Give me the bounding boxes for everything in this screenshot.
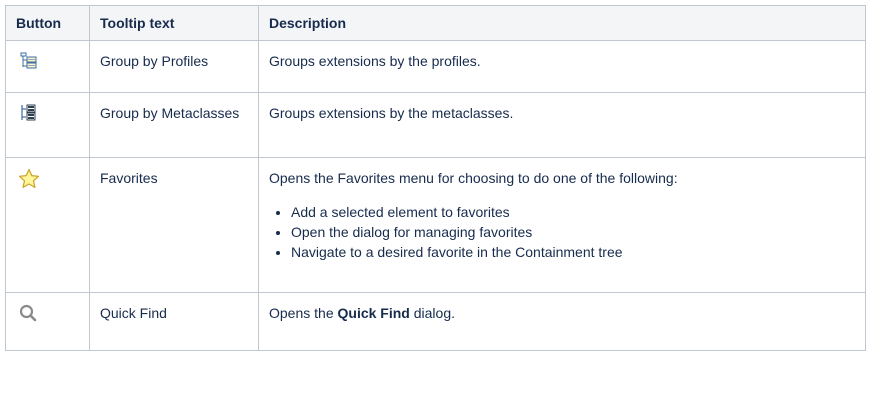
table-row: Favorites Opens the Favorites menu for c… (5, 157, 866, 293)
group-by-profiles-icon (18, 51, 79, 71)
description-text: dialog. (409, 305, 455, 321)
list-item: Open the dialog for managing favorites (291, 222, 855, 242)
button-cell (5, 40, 90, 93)
header-button: Button (5, 5, 90, 41)
list-item: Navigate to a desired favorite in the Co… (291, 242, 855, 262)
tooltip-cell: Group by Profiles (89, 40, 259, 93)
table-row: Group by Profiles Groups extensions by t… (5, 40, 866, 93)
table-header-row: Button Tooltip text Description (5, 5, 866, 41)
button-cell (5, 292, 90, 351)
button-cell (5, 157, 90, 293)
tooltip-cell: Group by Metaclasses (89, 92, 259, 158)
header-tooltip-text: Tooltip text (89, 5, 259, 41)
toolbar-buttons-table: Button Tooltip text Description Group by… (5, 5, 866, 351)
bullet-list: Add a selected element to favorites Open… (269, 202, 855, 262)
button-cell (5, 92, 90, 158)
star-icon (18, 168, 79, 190)
group-by-metaclasses-icon (18, 103, 79, 123)
table-row: Group by Metaclasses Groups extensions b… (5, 92, 866, 158)
description-text: Opens the (269, 305, 338, 321)
search-icon (18, 303, 79, 323)
list-item: Add a selected element to favorites (291, 202, 855, 222)
description-cell: Groups extensions by the metaclasses. (258, 92, 866, 158)
header-description: Description (258, 5, 866, 41)
description-cell: Groups extensions by the profiles. (258, 40, 866, 93)
table-row: Quick Find Opens the Quick Find dialog. (5, 292, 866, 351)
description-cell: Opens the Favorites menu for choosing to… (258, 157, 866, 293)
description-text: Opens the Favorites menu for choosing to… (269, 170, 678, 186)
tooltip-cell: Favorites (89, 157, 259, 293)
description-cell: Opens the Quick Find dialog. (258, 292, 866, 351)
dialog-name: Quick Find (337, 305, 410, 321)
tooltip-cell: Quick Find (89, 292, 259, 351)
